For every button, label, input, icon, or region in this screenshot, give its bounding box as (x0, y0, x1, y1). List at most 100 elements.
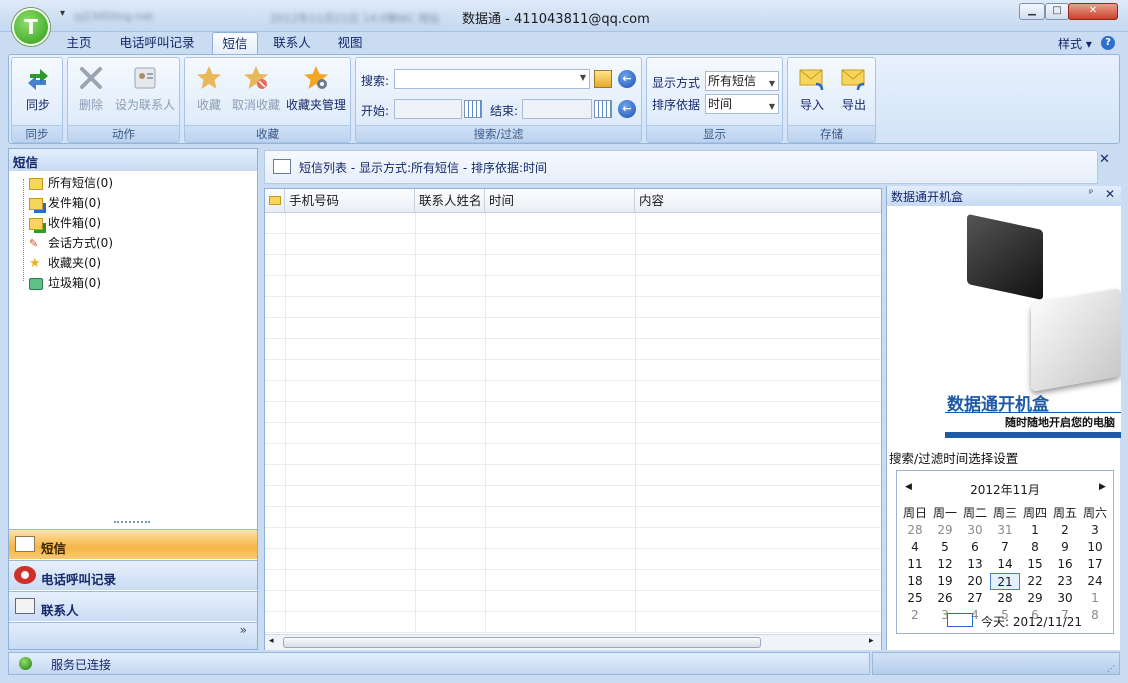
column-content[interactable]: 内容 (635, 189, 881, 213)
favorites-manage-button[interactable]: 收藏夹管理 (285, 64, 347, 113)
column-contact-name[interactable]: 联系人姓名 (415, 189, 485, 213)
calendar-day[interactable]: 30 (1050, 590, 1080, 607)
calendar-day[interactable]: 9 (1050, 539, 1080, 556)
tree-item-outbox[interactable]: 发件箱(0) (29, 194, 101, 211)
end-calendar-icon[interactable] (594, 100, 612, 118)
scrollbar-thumb[interactable] (283, 637, 761, 648)
pin-icon[interactable]: ᵖ (1089, 188, 1093, 199)
calendar-day[interactable]: 12 (930, 556, 960, 573)
resize-grip-icon[interactable]: ⋰ (1107, 664, 1115, 673)
nav-more-button[interactable]: » (9, 622, 257, 649)
calendar-day[interactable]: 10 (1080, 539, 1110, 556)
tree-item-favorites[interactable]: ★ 收藏夹(0) (29, 254, 101, 271)
tree-item-all-sms[interactable]: 所有短信(0) (29, 174, 113, 191)
unfavorite-button[interactable]: 取消收藏 (229, 64, 283, 113)
left-panel: 短信 所有短信(0) 发件箱(0) 收件箱(0) ✎ 会话方式(0) ★ 收藏夹(0… (8, 148, 258, 650)
scroll-left-icon[interactable]: ◂ (269, 636, 274, 646)
tree-item-trash[interactable]: 垃圾箱(0) (29, 274, 101, 291)
today-label[interactable]: 今天: 2012/11/21 (981, 613, 1082, 630)
calendar-day[interactable]: 27 (960, 590, 990, 607)
calendar-day[interactable]: 7 (990, 539, 1020, 556)
calendar-day[interactable]: 30 (960, 522, 990, 539)
display-mode-select[interactable]: 所有短信 ▼ (705, 71, 779, 91)
minimize-button[interactable]: ▁ (1019, 3, 1045, 20)
filter-go-icon[interactable]: ← (618, 100, 636, 118)
nav-sms[interactable]: 短信 (9, 529, 257, 559)
horizontal-scrollbar[interactable]: ◂ ▸ (265, 634, 881, 650)
scroll-right-icon[interactable]: ▸ (869, 636, 874, 646)
start-date-input[interactable] (394, 99, 462, 119)
search-go-icon[interactable]: ← (618, 70, 636, 88)
help-icon[interactable]: ? (1101, 36, 1115, 50)
calendar-day[interactable]: 3 (1080, 522, 1110, 539)
calendar-day[interactable]: 15 (1020, 556, 1050, 573)
calendar-day[interactable]: 2 (1050, 522, 1080, 539)
import-button[interactable]: 导入 (792, 64, 832, 113)
calendar-day[interactable]: 18 (900, 573, 930, 590)
export-button[interactable]: 导出 (834, 64, 874, 113)
open-folder-icon[interactable] (594, 70, 612, 88)
calendar-day[interactable]: 14 (990, 556, 1020, 573)
favorite-button[interactable]: 收藏 (189, 64, 229, 113)
tree-item-label: 收藏夹(0) (48, 256, 101, 270)
tab-view[interactable]: 视图 (328, 32, 372, 54)
calendar-day[interactable]: 6 (960, 539, 990, 556)
calendar-day[interactable]: 28 (900, 522, 930, 539)
calendar-day[interactable]: 29 (930, 522, 960, 539)
promo-banner[interactable]: 数据通开机盒 随时随地开启您的电脑 (889, 206, 1121, 438)
nav-call-records[interactable]: 电话呼叫记录 (9, 560, 257, 590)
sort-select[interactable]: 时间 ▼ (705, 94, 779, 114)
calendar-day[interactable]: 28 (990, 590, 1020, 607)
calendar-day[interactable]: 1 (1020, 522, 1050, 539)
calendar-day[interactable]: 26 (930, 590, 960, 607)
tree-item-label: 垃圾箱(0) (48, 276, 101, 290)
calendar-day[interactable]: 20 (960, 573, 990, 590)
calendar-day[interactable]: 1 (1080, 590, 1110, 607)
close-button[interactable]: ✕ (1068, 3, 1118, 20)
calendar-day[interactable]: 5 (930, 539, 960, 556)
calendar-day[interactable]: 29 (1020, 590, 1050, 607)
close-icon[interactable]: ✕ (1105, 187, 1115, 201)
blurred-mac-text: MAC 地址 (390, 12, 440, 25)
style-menu[interactable]: 样式 ▾ (1058, 35, 1092, 52)
calendar-day[interactable]: 2 (900, 607, 930, 624)
tab-home[interactable]: 主页 (56, 32, 102, 54)
calendar-day[interactable]: 4 (900, 539, 930, 556)
tab-sms[interactable]: 短信 (212, 32, 258, 54)
calendar-day[interactable]: 22 (1020, 573, 1050, 590)
calendar-day[interactable]: 19 (930, 573, 960, 590)
calendar-day[interactable]: 25 (900, 590, 930, 607)
splitter-handle[interactable] (114, 521, 150, 525)
calendar-day[interactable]: 16 (1050, 556, 1080, 573)
app-logo-icon[interactable]: T (12, 8, 50, 46)
end-date-input[interactable] (522, 99, 592, 119)
tree-item-conversation[interactable]: ✎ 会话方式(0) (29, 234, 113, 251)
calendar-day[interactable]: 24 (1080, 573, 1110, 590)
calendar-day[interactable]: 8 (1020, 539, 1050, 556)
calendar-day[interactable]: 17 (1080, 556, 1110, 573)
start-calendar-icon[interactable] (464, 100, 482, 118)
set-contact-button[interactable]: 设为联系人 (112, 64, 178, 113)
sync-button[interactable]: 同步 (16, 64, 60, 113)
set-contact-label: 设为联系人 (114, 98, 175, 112)
calendar-day[interactable]: 31 (990, 522, 1020, 539)
calendar-day[interactable]: 21 (990, 573, 1020, 590)
tree-item-inbox[interactable]: 收件箱(0) (29, 214, 101, 231)
column-phone[interactable]: 手机号码 (285, 189, 415, 213)
tab-contacts[interactable]: 联系人 (266, 32, 318, 54)
search-input[interactable]: ▼ (394, 69, 590, 89)
delete-button[interactable]: 删除 (74, 64, 108, 113)
calendar-day[interactable]: 8 (1080, 607, 1110, 624)
nav-contacts[interactable]: 联系人 (9, 591, 257, 621)
info-bar-close-icon[interactable]: ✕ (1099, 152, 1110, 167)
tab-call-records[interactable]: 电话呼叫记录 (112, 32, 202, 54)
calendar-day[interactable]: 13 (960, 556, 990, 573)
calendar-next-icon[interactable]: ▶ (1099, 482, 1106, 492)
grid-envelope-icon[interactable] (265, 189, 285, 213)
quick-access-arrow-icon[interactable]: ▾ (60, 8, 65, 19)
calendar-day[interactable]: 11 (900, 556, 930, 573)
maximize-button[interactable]: □ (1045, 3, 1069, 20)
favorite-label: 收藏 (196, 98, 221, 112)
column-time[interactable]: 时间 (485, 189, 635, 213)
calendar-day[interactable]: 23 (1050, 573, 1080, 590)
